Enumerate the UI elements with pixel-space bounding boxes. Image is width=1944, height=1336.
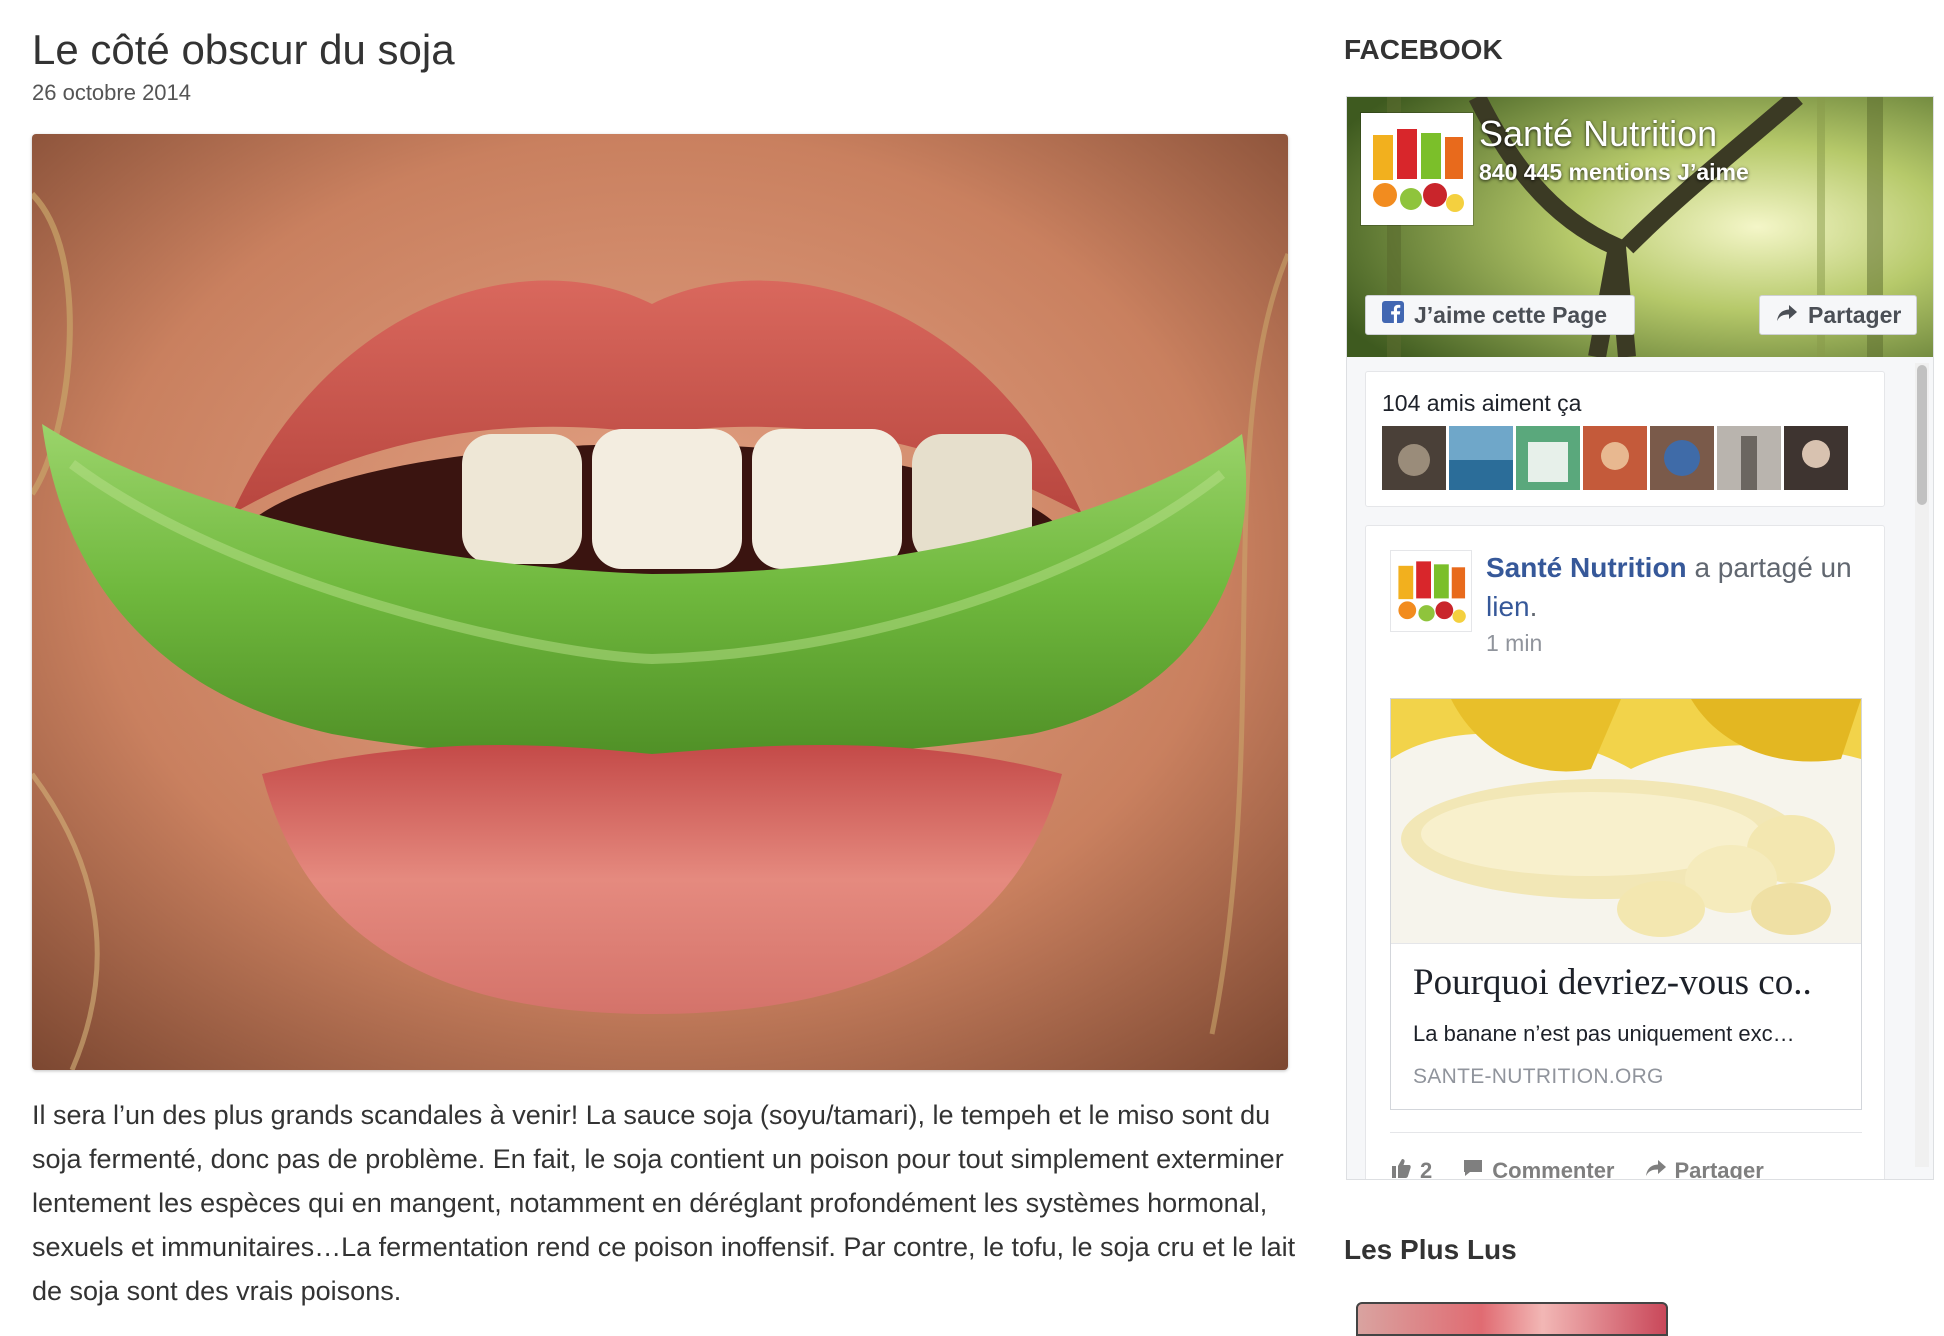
fb-page-avatar[interactable] <box>1361 113 1473 225</box>
fb-post-link-word[interactable]: lien <box>1486 591 1530 622</box>
fb-friends-card: 104 amis aiment ça <box>1365 371 1885 507</box>
friend-avatar[interactable] <box>1583 426 1647 490</box>
fb-post-avatar[interactable] <box>1390 550 1472 632</box>
most-read-thumbnail[interactable] <box>1356 1302 1668 1336</box>
fb-share-page-label: Partager <box>1808 301 1902 328</box>
fb-post-like-action[interactable]: 2 <box>1390 1157 1433 1180</box>
fb-like-count: 840 445 mentions J’aime <box>1479 159 1749 185</box>
most-read-heading: Les Plus Lus <box>1344 1234 1517 1265</box>
fb-post-share-action[interactable]: Partager <box>1645 1157 1764 1180</box>
fb-friend-thumbnails <box>1382 426 1848 490</box>
article-body: Il sera l’un des plus grands scandales à… <box>32 1100 1296 1306</box>
friend-avatar[interactable] <box>1516 426 1580 490</box>
thumbs-up-icon <box>1390 1157 1412 1179</box>
fb-friends-label: 104 amis aiment ça <box>1382 390 1582 416</box>
fb-scrollbar-thumb[interactable] <box>1917 365 1927 505</box>
fb-post-share-label: Partager <box>1674 1158 1764 1180</box>
comment-icon <box>1462 1158 1484 1179</box>
fb-like-page-label: J’aime cette Page <box>1414 301 1608 328</box>
fb-post-comment-action[interactable]: Commenter <box>1462 1157 1615 1180</box>
fb-share-page-button[interactable]: Partager <box>1759 295 1917 335</box>
friend-avatar[interactable] <box>1449 426 1513 490</box>
facebook-heading: FACEBOOK <box>1344 34 1503 65</box>
fb-link-preview-domain: SANTE-NUTRITION.ORG <box>1413 1065 1664 1088</box>
friend-avatar[interactable] <box>1650 426 1714 490</box>
fb-timeline-scroll[interactable]: 104 amis aiment ça Santé Nutrition a par… <box>1347 357 1933 1179</box>
article-title: Le côté obscur du soja <box>32 26 455 73</box>
fb-post-like-count: 2 <box>1420 1158 1433 1180</box>
fb-post-header: Santé Nutrition a partagé un lien. <box>1486 548 1866 626</box>
friend-avatar[interactable] <box>1382 426 1446 490</box>
fb-post-comment-label: Commenter <box>1492 1158 1615 1180</box>
article-date: 26 octobre 2014 <box>32 80 192 105</box>
fb-like-page-button[interactable]: J’aime cette Page <box>1365 295 1635 335</box>
fb-post-period: . <box>1529 591 1538 622</box>
fb-post-author-link[interactable]: Santé Nutrition <box>1486 552 1687 583</box>
fb-post-card: Santé Nutrition a partagé un lien. 1 min <box>1365 525 1885 1180</box>
friend-avatar[interactable] <box>1717 426 1781 490</box>
fb-link-preview-title[interactable]: Pourquoi devriez-vous co.. <box>1413 961 1843 1004</box>
share-arrow-icon <box>1645 1158 1667 1179</box>
fb-link-preview-image <box>1391 699 1861 944</box>
fb-post-action-text: a partagé un <box>1694 552 1852 583</box>
facebook-page-widget: Santé Nutrition 840 445 mentions J’aime … <box>1346 96 1934 1180</box>
fb-link-preview[interactable]: Pourquoi devriez-vous co.. La banane n’e… <box>1390 698 1862 1110</box>
fb-link-preview-description: La banane n’est pas uniquement exc… <box>1413 1021 1795 1046</box>
fb-post-timestamp[interactable]: 1 min <box>1486 630 1542 657</box>
facebook-f-icon <box>1382 301 1404 329</box>
fb-scrollbar[interactable] <box>1915 363 1929 1167</box>
friend-avatar[interactable] <box>1784 426 1848 490</box>
article-hero-image <box>32 134 1288 1070</box>
fb-post-actions: 2 Commenter Partager <box>1390 1132 1862 1180</box>
share-arrow-icon <box>1776 302 1798 329</box>
fb-page-name-link[interactable]: Santé Nutrition <box>1479 113 1717 155</box>
